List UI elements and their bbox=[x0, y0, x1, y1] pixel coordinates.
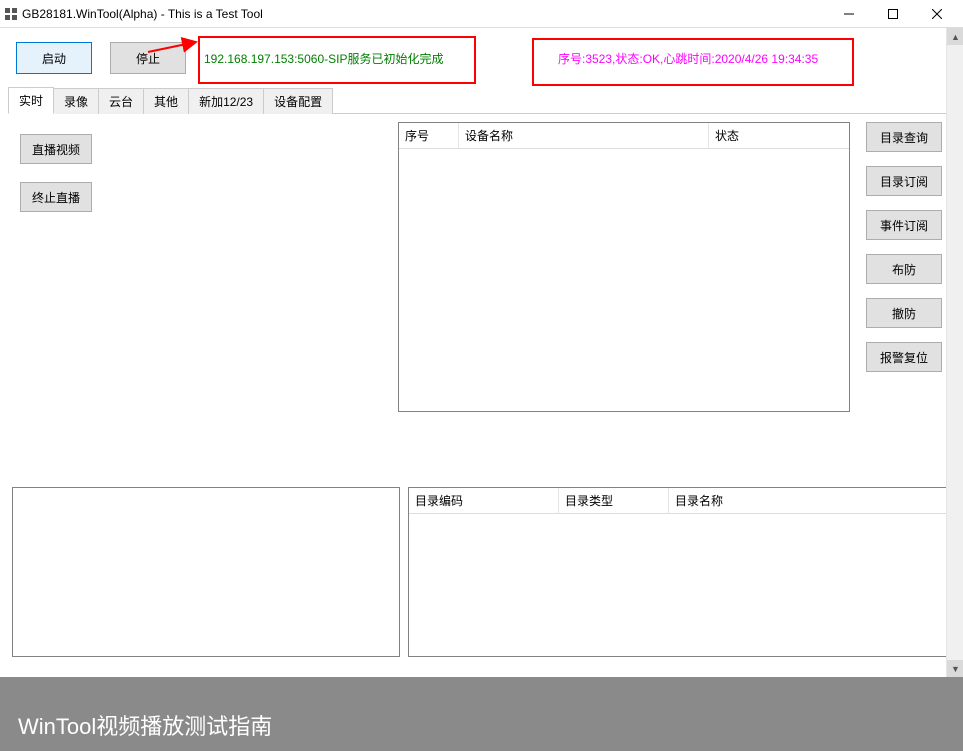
stop-live-button[interactable]: 终止直播 bbox=[20, 182, 92, 212]
titlebar-controls bbox=[827, 0, 959, 28]
top-toolbar: 启动 停止 192.168.197.153:5060-SIP服务已初始化完成 序… bbox=[8, 36, 955, 80]
tab-new1223[interactable]: 新加12/23 bbox=[188, 88, 264, 114]
tabs-row: 实时 录像 云台 其他 新加12/23 设备配置 bbox=[8, 88, 955, 114]
start-button[interactable]: 启动 bbox=[16, 42, 92, 74]
main-area: 直播视频 终止直播 序号 设备名称 状态 目录查询 目录订阅 事件订阅 布防 撤… bbox=[8, 114, 955, 657]
footer-banner: WinTool视频播放测试指南 bbox=[0, 677, 963, 751]
sip-status-text: 192.168.197.153:5060-SIP服务已初始化完成 bbox=[204, 50, 443, 67]
catalog-table[interactable]: 目录编码 目录类型 目录名称 bbox=[408, 487, 947, 657]
catalog-table-header: 目录编码 目录类型 目录名称 bbox=[409, 488, 946, 514]
vertical-scrollbar[interactable]: ▲ ▼ bbox=[946, 28, 963, 677]
maximize-button[interactable] bbox=[871, 0, 915, 28]
catalog-subscribe-button[interactable]: 目录订阅 bbox=[866, 166, 942, 196]
live-video-button[interactable]: 直播视频 bbox=[20, 134, 92, 164]
col-catalog-name[interactable]: 目录名称 bbox=[669, 488, 946, 513]
side-buttons: 目录查询 目录订阅 事件订阅 布防 撤防 报警复位 bbox=[850, 114, 950, 481]
device-table[interactable]: 序号 设备名称 状态 bbox=[398, 122, 850, 412]
window-title: GB28181.WinTool(Alpha) - This is a Test … bbox=[22, 7, 827, 21]
disarm-button[interactable]: 撤防 bbox=[866, 298, 942, 328]
tab-device-config[interactable]: 设备配置 bbox=[263, 88, 333, 114]
heartbeat-status-text: 序号:3523,状态:OK,心跳时间:2020/4/26 19:34:35 bbox=[558, 50, 818, 67]
scroll-up-icon[interactable]: ▲ bbox=[947, 28, 963, 45]
scroll-track[interactable] bbox=[947, 45, 963, 660]
left-actions: 直播视频 终止直播 bbox=[8, 114, 398, 481]
catalog-query-button[interactable]: 目录查询 bbox=[866, 122, 942, 152]
tab-ptz[interactable]: 云台 bbox=[98, 88, 144, 114]
col-seq[interactable]: 序号 bbox=[399, 123, 459, 148]
col-catalog-type[interactable]: 目录类型 bbox=[559, 488, 669, 513]
tab-other[interactable]: 其他 bbox=[143, 88, 189, 114]
titlebar: GB28181.WinTool(Alpha) - This is a Test … bbox=[0, 0, 963, 28]
close-button[interactable] bbox=[915, 0, 959, 28]
log-panel[interactable] bbox=[12, 487, 400, 657]
upper-panels: 直播视频 终止直播 序号 设备名称 状态 目录查询 目录订阅 事件订阅 布防 撤… bbox=[8, 114, 955, 481]
event-subscribe-button[interactable]: 事件订阅 bbox=[866, 210, 942, 240]
arm-button[interactable]: 布防 bbox=[866, 254, 942, 284]
window-body: 启动 停止 192.168.197.153:5060-SIP服务已初始化完成 序… bbox=[0, 28, 963, 677]
tab-recording[interactable]: 录像 bbox=[53, 88, 99, 114]
device-table-header: 序号 设备名称 状态 bbox=[399, 123, 849, 149]
alarm-reset-button[interactable]: 报警复位 bbox=[866, 342, 942, 372]
footer-banner-text: WinTool视频播放测试指南 bbox=[18, 709, 272, 741]
app-icon bbox=[4, 7, 18, 21]
scroll-down-icon[interactable]: ▼ bbox=[947, 660, 963, 677]
minimize-button[interactable] bbox=[827, 0, 871, 28]
stop-button[interactable]: 停止 bbox=[110, 42, 186, 74]
lower-panels: 目录编码 目录类型 目录名称 bbox=[8, 487, 955, 657]
col-catalog-code[interactable]: 目录编码 bbox=[409, 488, 559, 513]
col-device-name[interactable]: 设备名称 bbox=[459, 123, 709, 148]
tab-realtime[interactable]: 实时 bbox=[8, 87, 54, 114]
col-status[interactable]: 状态 bbox=[709, 123, 849, 148]
